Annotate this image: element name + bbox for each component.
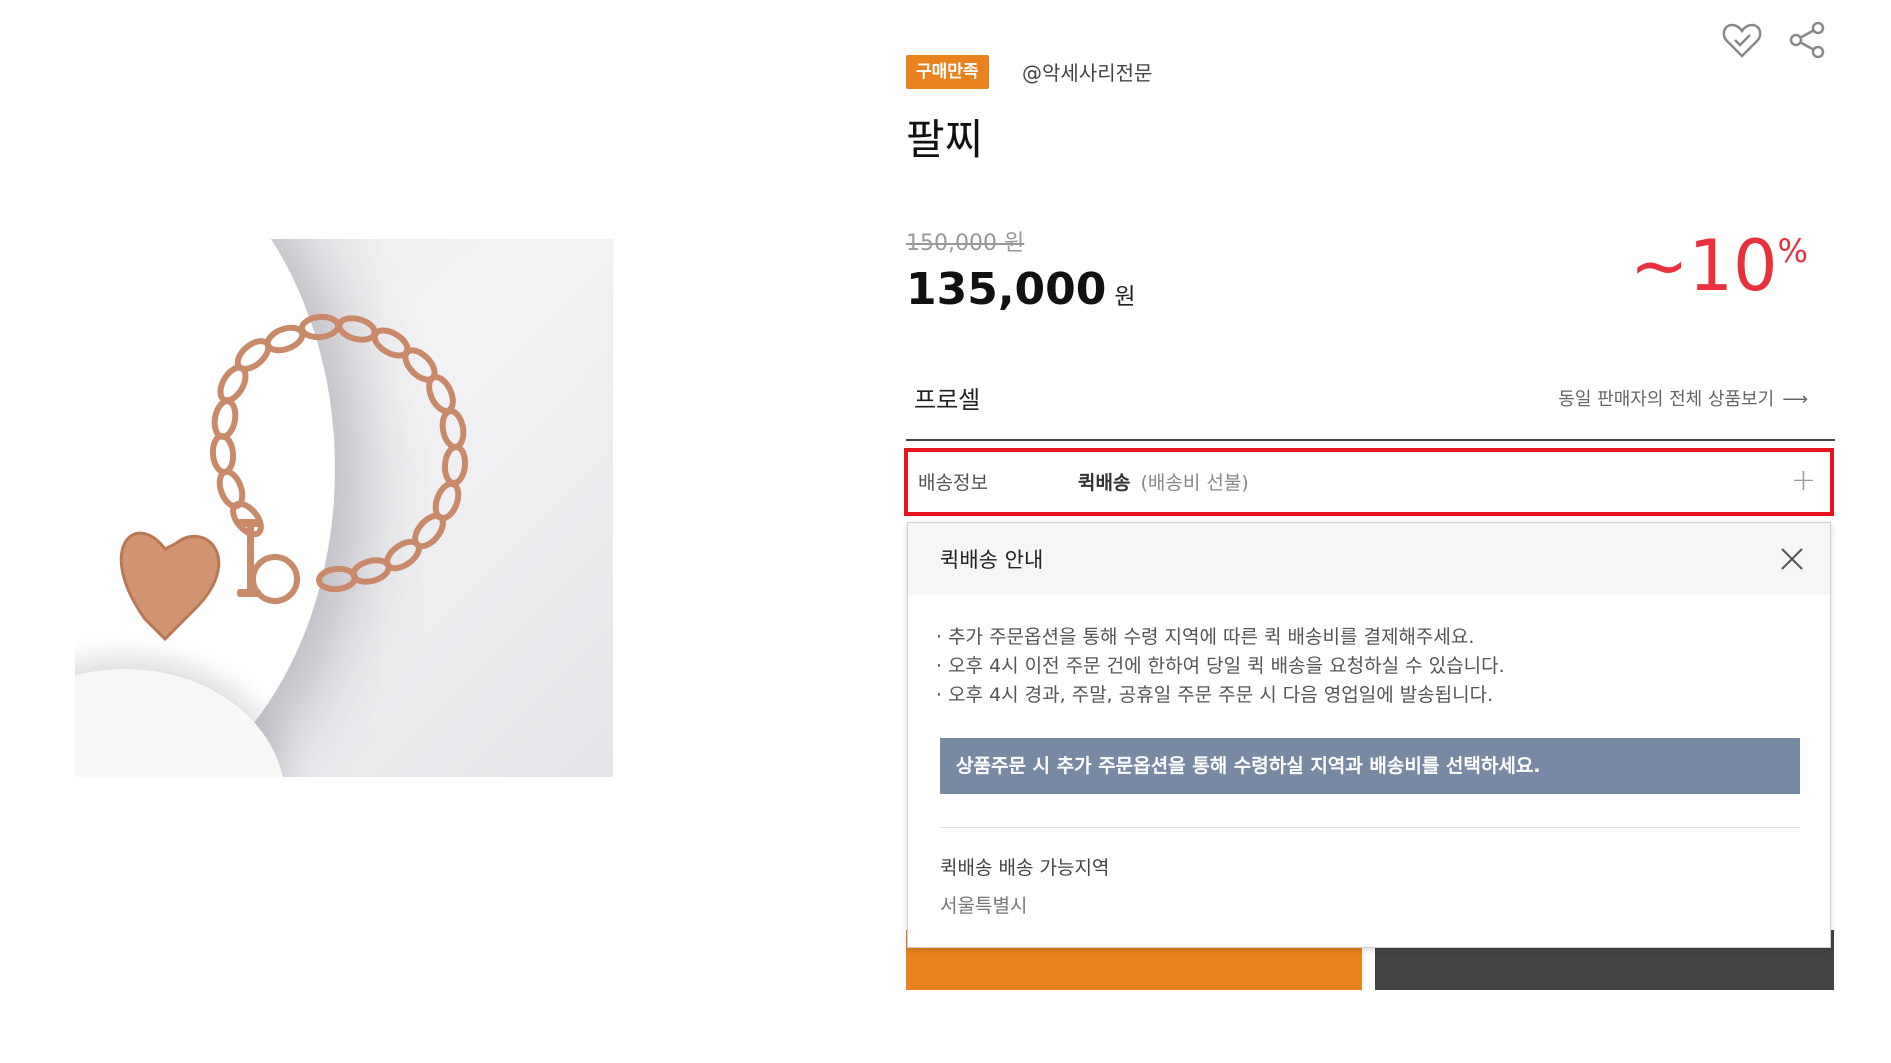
shipping-fee-note: (배송비 선불): [1140, 472, 1249, 494]
shipping-method: 퀵배송: [1078, 472, 1131, 494]
product-detail-page: 구매만족 @악세사리전문 팔찌 150,000 원 135,000 원 ~10% …: [0, 0, 1891, 1063]
list-item: · 추가 주문옵션을 통해 수령 지역에 따른 퀵 배송비를 결제해주세요.: [936, 626, 1475, 648]
popup-title: 퀵배송 안내: [940, 548, 1044, 572]
popup-divider: [940, 827, 1800, 828]
discount-value: ~10: [1629, 225, 1778, 307]
bracelet-illustration: [119, 313, 469, 642]
product-image: [75, 239, 613, 777]
original-price: 150,000 원: [906, 231, 1025, 256]
heart-check-icon: [1722, 23, 1762, 58]
seller-all-products-link[interactable]: 동일 판매자의 전체 상품보기 ⟶: [1558, 386, 1808, 414]
delivery-area-title: 퀵배송 배송 가능지역: [940, 857, 1110, 879]
current-price-unit: 원: [1114, 284, 1136, 310]
product-title: 팔찌: [906, 115, 984, 164]
list-item: · 오후 4시 경과, 주말, 공휴일 주문 주문 시 다음 영업일에 발송됩니…: [936, 684, 1494, 706]
seller-all-products-label: 동일 판매자의 전체 상품보기: [1558, 389, 1775, 410]
arrow-right-icon: ⟶: [1782, 389, 1808, 410]
seller-handle[interactable]: @악세사리전문: [1022, 58, 1152, 88]
popup-close-button[interactable]: [1778, 545, 1806, 573]
list-item: · 오후 4시 이전 주문 건에 한하여 당일 퀵 배송을 요청하실 수 있습니…: [936, 655, 1505, 677]
purchase-satisfaction-badge: 구매만족: [906, 55, 989, 89]
current-price-amount: 135,000: [906, 264, 1107, 315]
close-icon: [1781, 548, 1803, 570]
plus-icon[interactable]: +: [1791, 466, 1816, 496]
discount-rate: ~10%: [1630, 226, 1808, 306]
popup-info-banner: 상품주문 시 추가 주문옵션을 통해 수령하실 지역과 배송비를 선택하세요.: [940, 738, 1800, 794]
section-divider: [906, 439, 1835, 441]
delivery-area-value: 서울특별시: [940, 895, 1028, 917]
seller-name: 프로셀: [914, 386, 981, 414]
shipping-info-label: 배송정보: [918, 472, 988, 494]
quick-delivery-popup: 퀵배송 안내 · 추가 주문옵션을 통해 수령 지역에 따른 퀵 배송비를 결제…: [907, 522, 1831, 948]
share-button[interactable]: [1786, 18, 1830, 62]
popup-notice-list: · 추가 주문옵션을 통해 수령 지역에 따른 퀵 배송비를 결제해주세요. ·…: [936, 623, 1505, 710]
shipping-info-row[interactable]: 배송정보 퀵배송 (배송비 선불) +: [904, 448, 1834, 516]
discount-unit: %: [1777, 232, 1808, 270]
wishlist-button[interactable]: [1720, 18, 1764, 62]
current-price: 135,000 원: [906, 262, 1136, 327]
shipping-info-value: 퀵배송 (배송비 선불): [1078, 469, 1249, 497]
popup-header: 퀵배송 안내: [908, 523, 1830, 595]
share-icon: [1789, 21, 1825, 59]
